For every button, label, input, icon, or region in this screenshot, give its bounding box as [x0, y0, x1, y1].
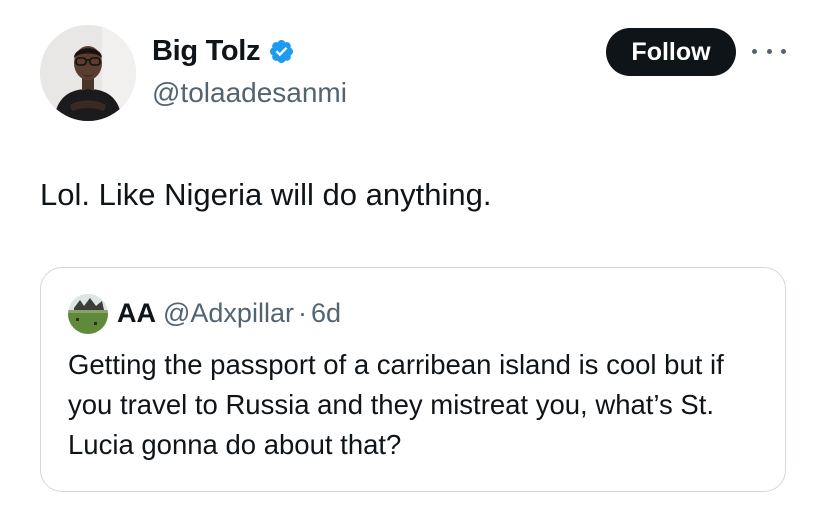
quoted-tweet-time[interactable]: 6d	[311, 296, 341, 330]
verified-badge-icon	[270, 39, 294, 63]
quoted-tweet-separator: ·	[297, 298, 307, 328]
tweet-text: Lol. Like Nigeria will do anything.	[40, 177, 492, 212]
author-display-name[interactable]: Big Tolz	[152, 34, 261, 68]
more-options-icon[interactable]	[752, 41, 786, 61]
quoted-author-avatar[interactable]	[68, 294, 108, 334]
quoted-tweet-text: Getting the passport of a carribean isla…	[68, 349, 724, 460]
author-name-row: Big Tolz	[152, 34, 295, 68]
more-dot	[752, 48, 757, 54]
more-dot	[766, 48, 772, 54]
more-dot	[781, 48, 786, 54]
quoted-tweet-header: AA @Adxpillar · 6d	[117, 296, 341, 330]
author-handle[interactable]: @tolaadesanmi	[152, 76, 347, 110]
author-avatar[interactable]	[40, 25, 136, 121]
quoted-tweet-card[interactable]: AA @Adxpillar · 6d Getting the passport …	[40, 267, 786, 492]
quoted-author-handle[interactable]: @Adxpillar	[163, 296, 294, 330]
person-avatar-icon	[40, 25, 136, 121]
field-avatar-icon	[68, 294, 108, 334]
follow-button[interactable]: Follow	[606, 28, 736, 76]
quoted-author-name[interactable]: AA	[117, 296, 156, 330]
